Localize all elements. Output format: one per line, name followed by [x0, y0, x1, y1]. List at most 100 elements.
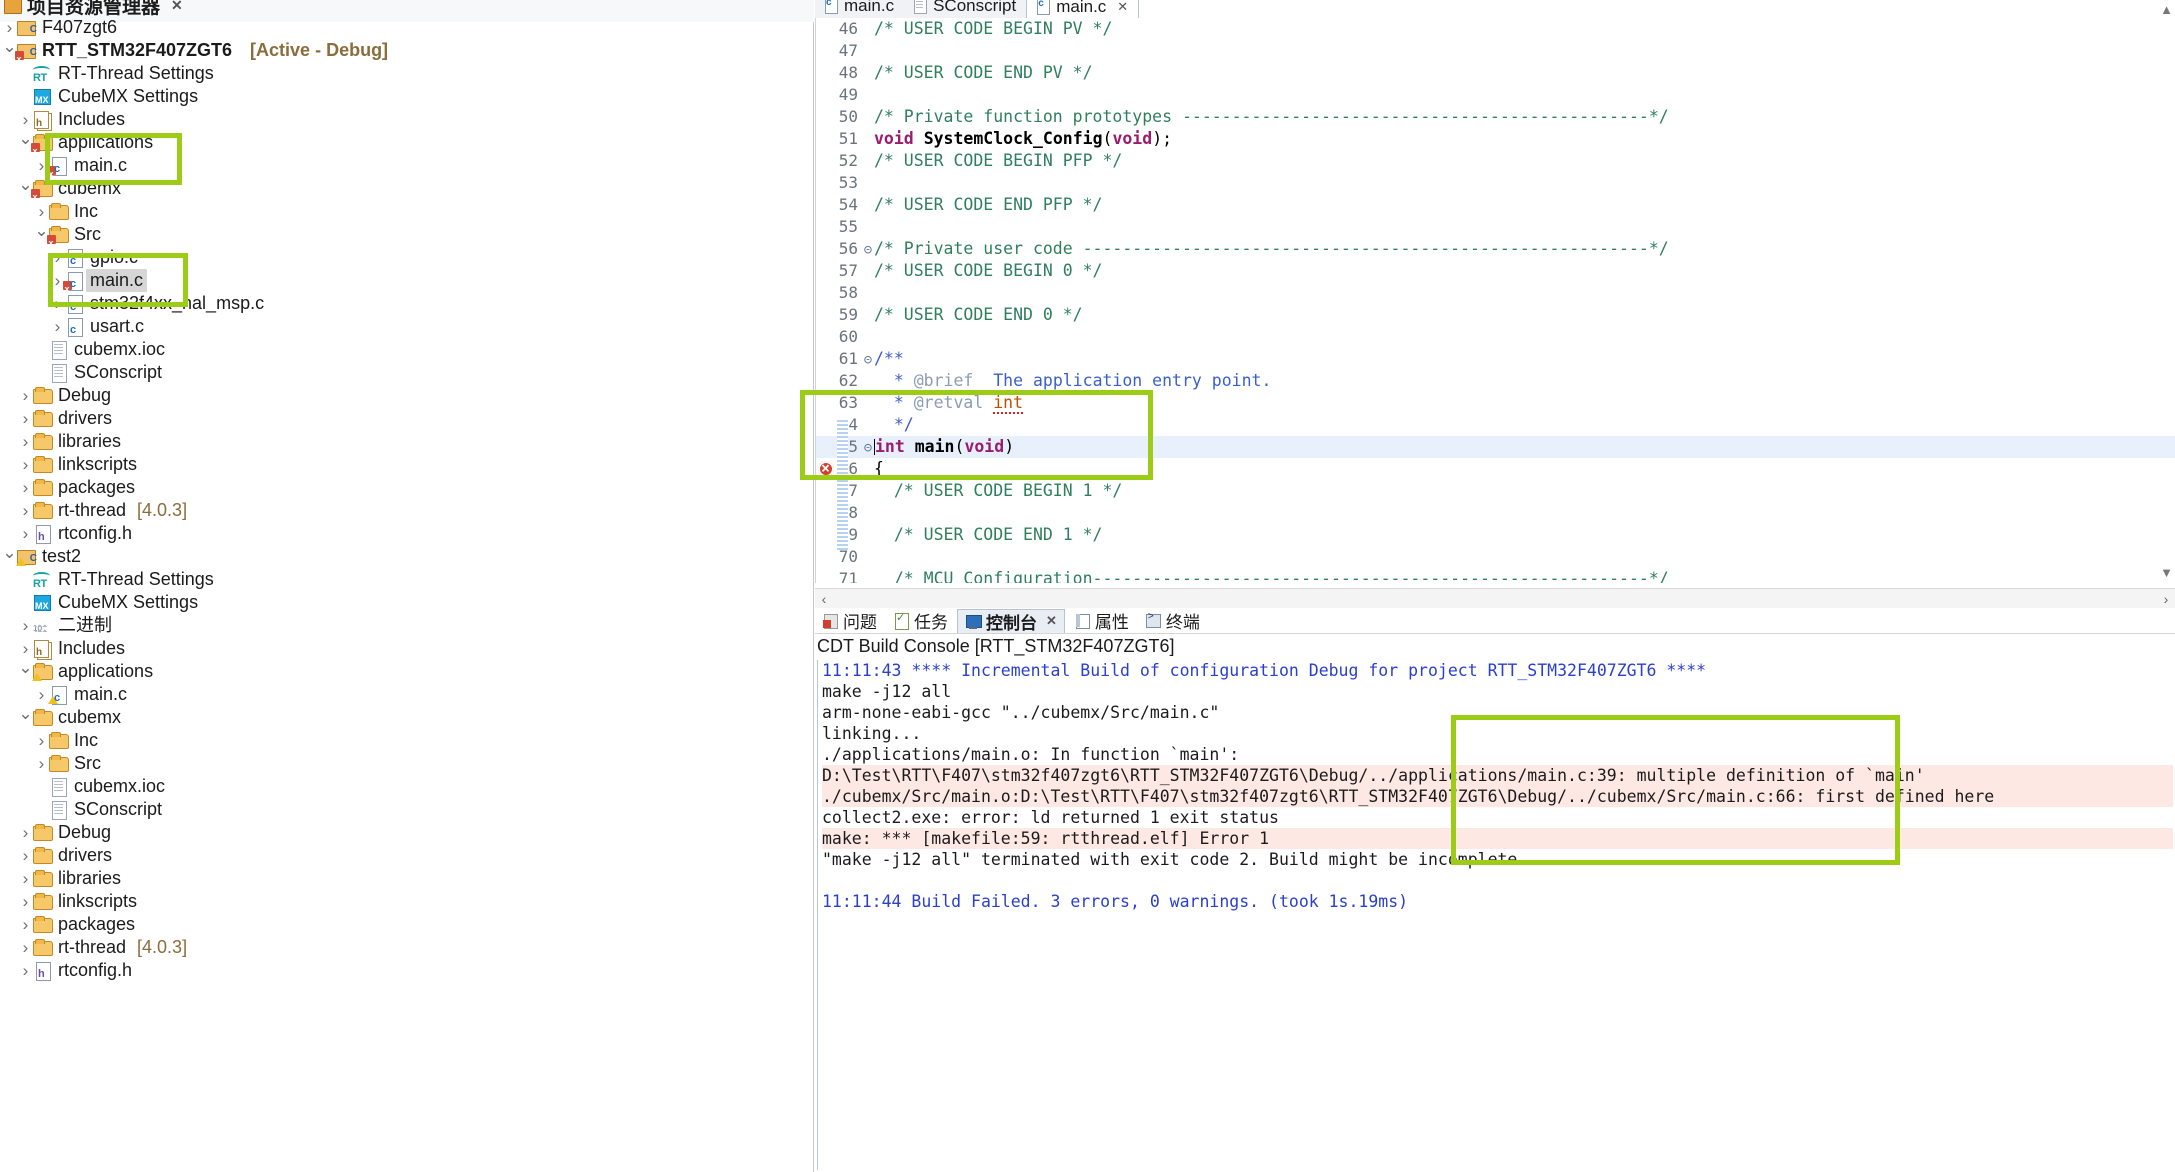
chevron-right-icon[interactable] — [18, 936, 33, 960]
tree-item[interactable]: rt-thread [4.0.3] — [0, 936, 814, 959]
fold-collapse-icon[interactable] — [862, 349, 874, 371]
close-icon[interactable]: ✕ — [1117, 0, 1128, 15]
chevron-right-icon[interactable] — [18, 108, 33, 132]
tree-item[interactable]: Inc — [0, 200, 814, 223]
chevron-right-icon[interactable] — [18, 614, 33, 638]
tree-item[interactable]: Includes — [0, 637, 814, 664]
tree-item[interactable]: applications — [0, 660, 814, 683]
console-tab[interactable]: 控制台 ✕ — [957, 608, 1065, 633]
tree-item[interactable]: packages — [0, 913, 814, 936]
chevron-right-icon[interactable] — [18, 637, 33, 661]
tree-item[interactable]: rtconfig.h — [0, 959, 814, 986]
chevron-right-icon[interactable] — [18, 522, 33, 546]
fold-collapse-icon[interactable] — [862, 437, 874, 459]
console-tab[interactable]: 属性 — [1067, 609, 1136, 633]
code-line[interactable]: 70 — [816, 546, 2175, 568]
tree-item[interactable]: Debug — [0, 821, 814, 844]
code-line[interactable]: 53 — [816, 172, 2175, 194]
console-tab-bar[interactable]: 问题 任务 控制台 ✕ 属性 终端 — [815, 608, 2175, 634]
close-icon[interactable]: ✕ — [1046, 613, 1057, 629]
code-line[interactable]: 46 /* USER CODE BEGIN PV */ — [816, 18, 2175, 40]
tree-item[interactable]: packages — [0, 476, 814, 499]
chevron-right-icon[interactable] — [34, 200, 49, 224]
scroll-right-arrow[interactable]: › — [2157, 591, 2175, 607]
editor-scroll-up-arrow[interactable]: ▲ — [2160, 2, 2173, 17]
scroll-left-arrow[interactable]: ‹ — [815, 591, 833, 607]
chevron-right-icon[interactable] — [50, 246, 65, 270]
chevron-right-icon[interactable] — [18, 453, 33, 477]
tree-item[interactable]: main.c — [0, 269, 814, 301]
error-gutter-icon[interactable] — [818, 457, 834, 479]
code-view[interactable]: 46 /* USER CODE BEGIN PV */ 47 48 /* USER CO… — [815, 18, 2175, 583]
console-tab[interactable]: 终端 — [1138, 609, 1207, 633]
tree-item[interactable]: RT-Thread Settings — [0, 568, 814, 596]
chevron-right-icon[interactable] — [50, 315, 65, 339]
chevron-right-icon[interactable] — [50, 292, 65, 316]
tree-item[interactable]: RT-Thread Settings — [0, 62, 814, 90]
code-line[interactable]: 50 /* Private function prototypes -------… — [816, 106, 2175, 128]
tree-item[interactable]: Inc — [0, 729, 814, 752]
tree-item[interactable]: main.c — [0, 154, 814, 186]
code-line[interactable]: 58 — [816, 282, 2175, 304]
close-icon[interactable]: ✕ — [171, 0, 183, 14]
code-line[interactable]: 52 /* USER CODE BEGIN PFP */ — [816, 150, 2175, 172]
code-line[interactable]: 47 — [816, 40, 2175, 62]
tree-item[interactable]: linkscripts — [0, 453, 814, 476]
tree-item[interactable]: Includes — [0, 108, 814, 135]
tree-item[interactable]: RTT_STM32F407ZGT6 [Active - Debug] — [0, 39, 814, 71]
chevron-right-icon[interactable] — [2, 16, 17, 40]
tree-item[interactable]: main.c — [0, 683, 814, 710]
chevron-right-icon[interactable] — [18, 499, 33, 523]
tree-item[interactable]: drivers — [0, 844, 814, 867]
code-line[interactable]: 55 — [816, 216, 2175, 238]
tree-item[interactable]: CubeMX Settings — [0, 591, 814, 618]
code-line[interactable]: 71 /* MCU Configuration-----------------… — [816, 568, 2175, 583]
tree-item[interactable]: libraries — [0, 867, 814, 890]
chevron-right-icon[interactable] — [18, 867, 33, 891]
code-line[interactable]: 65int main(void) — [816, 436, 2175, 458]
code-line[interactable]: 56 /* Private user code -----------------… — [816, 238, 2175, 260]
editor-tab[interactable]: SConscript — [904, 0, 1027, 18]
chevron-right-icon[interactable] — [34, 752, 49, 776]
tree-item[interactable]: SConscript — [0, 798, 814, 821]
tree-item[interactable]: rtconfig.h — [0, 522, 814, 549]
tree-item[interactable]: Debug — [0, 384, 814, 407]
chevron-right-icon[interactable] — [18, 959, 33, 983]
code-line[interactable]: 68 — [816, 502, 2175, 524]
fold-collapse-icon[interactable] — [862, 239, 874, 261]
tree-item[interactable]: rt-thread [4.0.3] — [0, 499, 814, 522]
chevron-down-icon[interactable] — [18, 660, 33, 684]
chevron-right-icon[interactable] — [18, 844, 33, 868]
tree-item[interactable]: applications — [0, 131, 814, 163]
chevron-down-icon[interactable] — [18, 706, 33, 730]
chevron-right-icon[interactable] — [18, 407, 33, 431]
chevron-down-icon[interactable] — [2, 545, 17, 569]
tree-item[interactable]: libraries — [0, 430, 814, 453]
tree-item[interactable]: linkscripts — [0, 890, 814, 913]
tree-item[interactable]: cubemx — [0, 177, 814, 209]
tree-item[interactable]: gpio.c — [0, 246, 814, 273]
chevron-right-icon[interactable] — [34, 729, 49, 753]
chevron-right-icon[interactable] — [18, 384, 33, 408]
chevron-right-icon[interactable] — [18, 913, 33, 937]
code-line[interactable]: 63 * @retval int — [816, 392, 2175, 414]
console-tab[interactable]: 问题 — [815, 609, 884, 633]
code-line[interactable]: 48 /* USER CODE END PV */ — [816, 62, 2175, 84]
tree-item[interactable]: drivers — [0, 407, 814, 430]
tree-item[interactable]: SConscript — [0, 361, 814, 384]
code-line[interactable]: 51 void SystemClock_Config(void); — [816, 128, 2175, 150]
console-tab[interactable]: 任务 — [886, 609, 955, 633]
code-line[interactable]: 64 */ — [816, 414, 2175, 436]
tree-item[interactable]: Src — [0, 752, 814, 775]
code-line[interactable]: 61 /** — [816, 348, 2175, 370]
code-line[interactable]: 60 — [816, 326, 2175, 348]
console-output[interactable]: 11:11:43 **** Incremental Build of confi… — [817, 660, 2173, 1170]
editor-tab[interactable]: main.c — [815, 0, 905, 18]
chevron-right-icon[interactable] — [18, 476, 33, 500]
chevron-right-icon[interactable] — [18, 821, 33, 845]
tree-item[interactable]: cubemx.ioc — [0, 338, 814, 361]
editor-tab[interactable]: main.c ✕ — [1026, 0, 1140, 18]
code-line[interactable]: 59 /* USER CODE END 0 */ — [816, 304, 2175, 326]
code-line[interactable]: 66{ — [816, 457, 2175, 480]
editor-tab-bar[interactable]: main.c SConscript main.c ✕ — [815, 0, 2175, 18]
